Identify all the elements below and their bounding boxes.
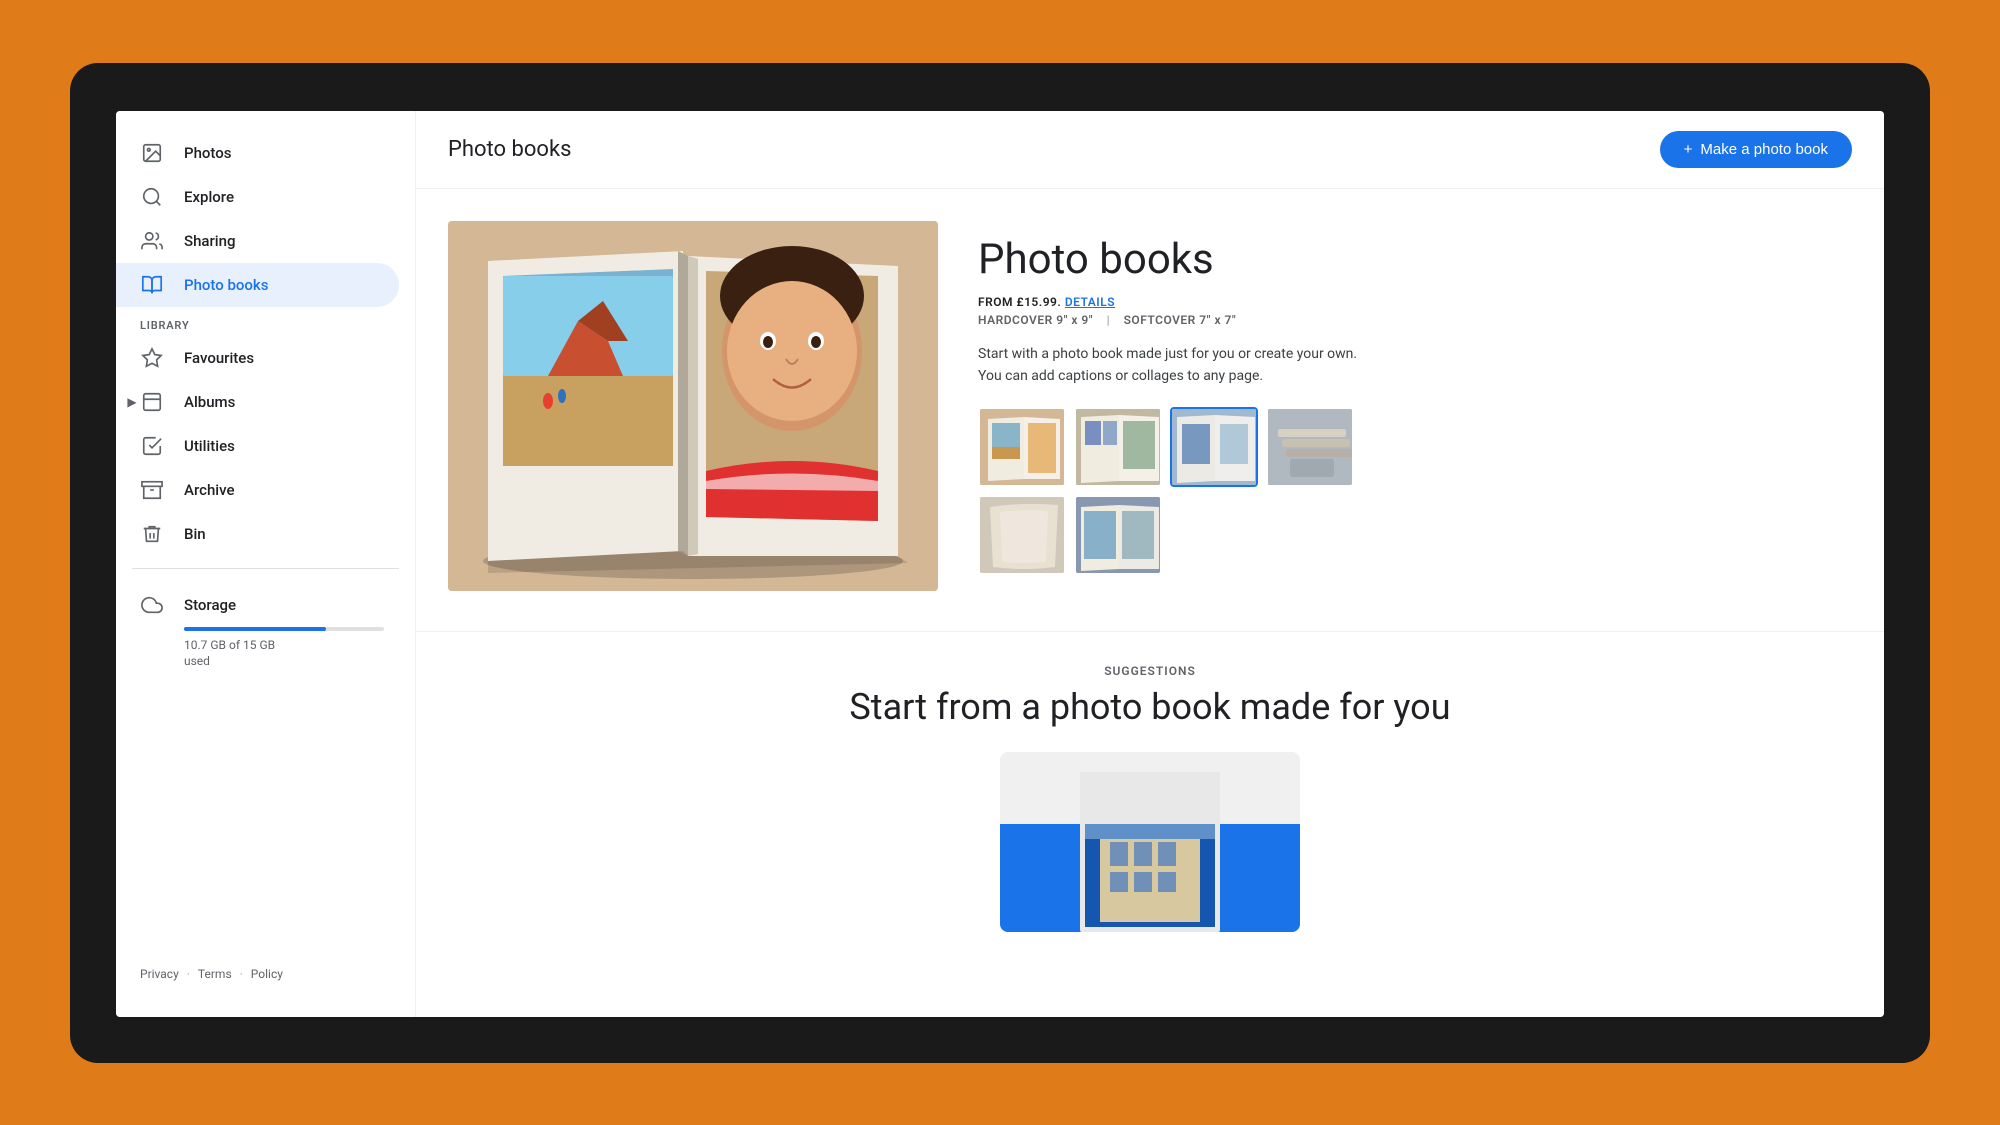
- storage-bar-container: [184, 627, 384, 631]
- storage-section: Storage 10.7 GB of 15 GB used: [116, 581, 415, 683]
- sidebar-item-photo-books[interactable]: Photo books: [116, 263, 399, 307]
- thumbnail-3[interactable]: [1170, 407, 1258, 487]
- thumbnail-6-img: [1076, 497, 1160, 573]
- sidebar-item-archive[interactable]: Archive: [116, 468, 399, 512]
- product-sizes: HARDCOVER 9" x 9" | SOFTCOVER 7" x 7": [978, 313, 1852, 327]
- sidebar-nav: Photos Explore Sharing: [116, 131, 415, 307]
- thumbnail-grid: [978, 407, 1852, 575]
- utilities-icon: [140, 434, 164, 458]
- privacy-link[interactable]: Privacy: [140, 967, 179, 981]
- footer-links: Privacy · Terms · Policy: [116, 951, 415, 997]
- product-title: Photo books: [978, 237, 1852, 283]
- thumbnail-2-img: [1076, 409, 1160, 485]
- sidebar-item-favourites-label: Favourites: [184, 349, 254, 367]
- top-bar: Photo books + Make a photo book: [416, 111, 1884, 189]
- storage-used-label: used: [184, 654, 210, 668]
- explore-icon: [140, 185, 164, 209]
- softcover-label: SOFTCOVER 7" x 7": [1124, 313, 1237, 327]
- thumbnail-5-img: [980, 497, 1064, 573]
- size-separator: |: [1107, 313, 1111, 327]
- dot-2: ·: [240, 967, 243, 981]
- storage-bar-fill: [184, 627, 326, 631]
- archive-icon: [140, 478, 164, 502]
- sidebar-item-sharing-label: Sharing: [184, 232, 235, 250]
- sidebar-item-archive-label: Archive: [184, 481, 234, 499]
- sidebar-item-utilities[interactable]: Utilities: [116, 424, 399, 468]
- sidebar-item-utilities-label: Utilities: [184, 437, 235, 455]
- storage-header: Storage: [140, 593, 391, 617]
- storage-label: Storage: [184, 596, 236, 614]
- details-link[interactable]: DETAILS: [1065, 295, 1115, 309]
- sidebar-item-favourites[interactable]: Favourites: [116, 336, 399, 380]
- product-description: Start with a photo book made just for yo…: [978, 343, 1852, 388]
- dot-1: ·: [187, 967, 190, 981]
- suggestions-preview: [448, 752, 1852, 932]
- hero-image: [448, 221, 938, 591]
- thumbnail-4[interactable]: [1266, 407, 1354, 487]
- content-area: Photo books FROM £15.99. DETAILS HARDCOV…: [416, 189, 1884, 1017]
- sidebar-item-explore[interactable]: Explore: [116, 175, 399, 219]
- suggestions-section: SUGGESTIONS Start from a photo book made…: [416, 631, 1884, 932]
- sidebar-item-photos-label: Photos: [184, 144, 231, 162]
- price-from: FROM £15.99.: [978, 295, 1061, 309]
- thumbnail-6[interactable]: [1074, 495, 1162, 575]
- product-info: Photo books FROM £15.99. DETAILS HARDCOV…: [978, 221, 1852, 576]
- cloud-icon: [140, 593, 164, 617]
- product-price: FROM £15.99. DETAILS: [978, 295, 1852, 309]
- thumbnail-5[interactable]: [978, 495, 1066, 575]
- sidebar-divider: [132, 568, 399, 569]
- star-icon: [140, 346, 164, 370]
- thumbnail-4-img: [1268, 409, 1352, 485]
- suggestion-card[interactable]: [1000, 752, 1300, 932]
- plus-icon: +: [1684, 141, 1693, 158]
- sidebar-item-photobooks-label: Photo books: [184, 276, 268, 294]
- library-section-label: LIBRARY: [116, 307, 415, 336]
- sidebar-item-albums[interactable]: ▶ Albums: [116, 380, 399, 424]
- terms-link[interactable]: Terms: [198, 967, 232, 981]
- sidebar-item-photos[interactable]: Photos: [116, 131, 399, 175]
- book-icon: [140, 273, 164, 297]
- sidebar-item-bin-label: Bin: [184, 525, 206, 543]
- sidebar-item-explore-label: Explore: [184, 188, 234, 206]
- thumbnail-3-img: [1172, 409, 1256, 485]
- bin-icon: [140, 522, 164, 546]
- sidebar-item-albums-label: Albums: [184, 393, 235, 411]
- page-title: Photo books: [448, 137, 571, 162]
- make-book-label: Make a photo book: [1700, 141, 1828, 158]
- main-content: Photo books + Make a photo book: [416, 111, 1884, 1017]
- policy-link[interactable]: Policy: [251, 967, 283, 981]
- screen: Photos Explore Sharing: [116, 111, 1884, 1017]
- storage-used-text: 10.7 GB of 15 GB: [184, 638, 275, 652]
- hero-section: Photo books FROM £15.99. DETAILS HARDCOV…: [416, 189, 1884, 631]
- photo-icon: [140, 141, 164, 165]
- thumbnail-1-img: [980, 409, 1064, 485]
- suggestions-label: SUGGESTIONS: [448, 664, 1852, 678]
- albums-arrow-icon: ▶: [124, 394, 140, 410]
- thumbnail-2[interactable]: [1074, 407, 1162, 487]
- make-photo-book-button[interactable]: + Make a photo book: [1660, 131, 1852, 168]
- sidebar-item-bin[interactable]: Bin: [116, 512, 399, 556]
- hardcover-label: HARDCOVER 9" x 9": [978, 313, 1093, 327]
- sidebar: Photos Explore Sharing: [116, 111, 416, 1017]
- device-frame: Photos Explore Sharing: [70, 63, 1930, 1063]
- storage-text: 10.7 GB of 15 GB used: [184, 637, 391, 671]
- sharing-icon: [140, 229, 164, 253]
- thumbnail-1[interactable]: [978, 407, 1066, 487]
- suggestions-title: Start from a photo book made for you: [448, 686, 1852, 728]
- album-icon: [140, 390, 164, 414]
- sidebar-item-sharing[interactable]: Sharing: [116, 219, 399, 263]
